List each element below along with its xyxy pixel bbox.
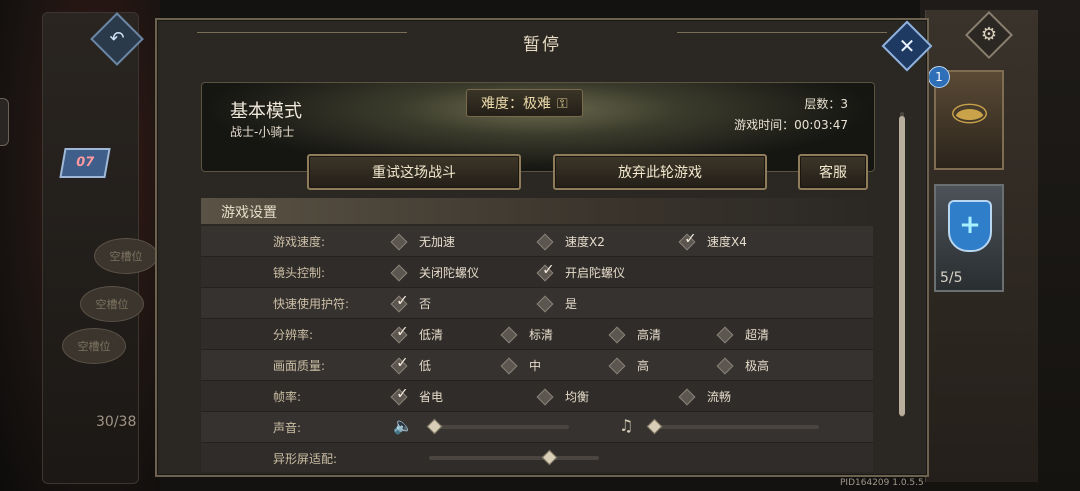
screen-adapt-slider[interactable] bbox=[429, 449, 599, 466]
setting-row-screen-adapt: 异形屏适配: bbox=[201, 443, 873, 472]
setting-row-resolution: 分辨率: ✓ 低清 标清 高清 超清 bbox=[201, 319, 873, 350]
settings-title: 游戏设置 bbox=[221, 205, 277, 221]
cannon-icon: 🕳 bbox=[948, 94, 992, 134]
close-icon: ✕ bbox=[898, 34, 916, 58]
option-gyro-off[interactable]: 关闭陀螺仪 bbox=[390, 264, 479, 281]
shield-count: 5/5 bbox=[940, 270, 963, 286]
floor-label: 层数：3 bbox=[804, 97, 848, 111]
option-res-low[interactable]: ✓ 低清 bbox=[390, 322, 443, 343]
checkbox-checked-icon: ✓ bbox=[390, 291, 409, 312]
slider-knob[interactable] bbox=[646, 418, 663, 435]
empty-slot-3[interactable]: 空槽位 bbox=[62, 328, 126, 364]
setting-row-quick-amulet: 快速使用护符: ✓ 否 是 bbox=[201, 288, 873, 319]
checkbox-icon bbox=[678, 388, 696, 405]
music-volume-slider[interactable] bbox=[646, 418, 819, 435]
close-button[interactable]: ✕ bbox=[881, 20, 933, 72]
option-amulet-yes[interactable]: 是 bbox=[536, 295, 577, 312]
speaker-icon: 🔈 bbox=[393, 416, 413, 435]
slider-knob[interactable] bbox=[541, 449, 558, 466]
setting-row-quality: 画面质量: ✓ 低 中 高 极高 bbox=[201, 350, 873, 381]
setting-row-frame-rate: 帧率: ✓ 省电 均衡 流畅 bbox=[201, 381, 873, 412]
music-note-icon: ♫ bbox=[619, 416, 634, 435]
card-count: 30/38 bbox=[96, 414, 137, 430]
empty-slot-2[interactable]: 空槽位 bbox=[80, 286, 144, 322]
option-quality-medium[interactable]: 中 bbox=[500, 357, 541, 374]
option-speed-x4[interactable]: ✓ 速度X4 bbox=[678, 229, 747, 250]
setting-label: 游戏速度: bbox=[273, 235, 326, 249]
sound-volume-slider[interactable] bbox=[426, 418, 569, 435]
checkbox-checked-icon: ✓ bbox=[390, 322, 409, 343]
option-res-standard[interactable]: 标清 bbox=[500, 326, 553, 343]
retry-battle-button[interactable]: 重试这场战斗 bbox=[307, 154, 521, 190]
checkbox-icon bbox=[536, 233, 554, 250]
game-info-card: 基本模式 战士-小骑士 难度：极难 ⚿ 层数：3 游戏时间：00:03:47 bbox=[201, 82, 875, 172]
checkbox-icon bbox=[716, 326, 734, 343]
relic-card[interactable]: 1 🕳 bbox=[928, 66, 1004, 170]
checkbox-checked-icon: ✓ bbox=[678, 229, 697, 250]
version-label: PID164209 1.0.5.5 bbox=[840, 478, 924, 488]
abandon-run-button[interactable]: 放弃此轮游戏 bbox=[553, 154, 767, 190]
shield-icon: + bbox=[948, 200, 992, 252]
setting-label: 快速使用护符: bbox=[273, 297, 350, 311]
edge-handle[interactable] bbox=[0, 98, 9, 146]
key-icon: ⚿ bbox=[557, 96, 568, 112]
mode-title: 基本模式 bbox=[230, 101, 302, 122]
slider-knob[interactable] bbox=[426, 418, 443, 435]
setting-row-camera: 镜头控制: 关闭陀螺仪 ✓ 开启陀螺仪 bbox=[201, 257, 873, 288]
checkbox-icon bbox=[500, 326, 518, 343]
difficulty-badge: 难度：极难 ⚿ bbox=[466, 89, 583, 117]
option-fps-power-save[interactable]: ✓ 省电 bbox=[390, 384, 443, 405]
option-res-high[interactable]: 高清 bbox=[608, 326, 661, 343]
option-amulet-no[interactable]: ✓ 否 bbox=[390, 291, 431, 312]
scrollbar-thumb[interactable] bbox=[899, 116, 905, 416]
checkbox-checked-icon: ✓ bbox=[390, 353, 409, 374]
level-badge: 07 bbox=[59, 148, 111, 178]
character-name: 战士-小骑士 bbox=[230, 125, 295, 139]
checkbox-icon bbox=[390, 233, 408, 250]
setting-row-sound: 声音: 🔈 ♫ bbox=[201, 412, 873, 443]
relic-badge: 1 bbox=[928, 66, 950, 88]
gear-icon: ⚙ bbox=[980, 24, 998, 45]
setting-label: 帧率: bbox=[273, 390, 302, 404]
pause-dialog: 暂停 ✕ 基本模式 战士-小骑士 难度：极难 ⚿ 层数：3 游戏时间：00:03:… bbox=[155, 18, 933, 477]
undo-arrow-icon: ↶ bbox=[109, 28, 125, 49]
checkbox-icon bbox=[716, 357, 734, 374]
settings-header: 游戏设置 bbox=[201, 198, 873, 224]
checkbox-icon bbox=[608, 357, 626, 374]
checkbox-icon bbox=[500, 357, 518, 374]
setting-label: 分辨率: bbox=[273, 328, 314, 342]
game-time-label: 游戏时间：00:03:47 bbox=[734, 118, 848, 132]
setting-label: 声音: bbox=[273, 421, 302, 435]
setting-label: 画面质量: bbox=[273, 359, 326, 373]
checkbox-icon bbox=[536, 295, 554, 312]
dialog-title: 暂停 bbox=[523, 35, 561, 55]
option-quality-high[interactable]: 高 bbox=[608, 357, 649, 374]
option-gyro-on[interactable]: ✓ 开启陀螺仪 bbox=[536, 260, 625, 281]
customer-service-button[interactable]: 客服 bbox=[798, 154, 868, 190]
option-quality-low[interactable]: ✓ 低 bbox=[390, 353, 431, 374]
checkbox-icon bbox=[390, 264, 408, 281]
checkbox-checked-icon: ✓ bbox=[390, 384, 409, 405]
setting-label: 镜头控制: bbox=[273, 266, 326, 280]
setting-label: 异形屏适配: bbox=[273, 452, 338, 466]
empty-slot-1[interactable]: 空槽位 bbox=[94, 238, 158, 274]
option-speed-x2[interactable]: 速度X2 bbox=[536, 233, 605, 250]
option-res-ultra[interactable]: 超清 bbox=[716, 326, 769, 343]
level-badge-text: 07 bbox=[74, 155, 96, 170]
settings-list: 游戏速度: 无加速 速度X2 ✓ 速度X4 镜头控制: 关闭陀螺仪 ✓ 开启陀螺仪 … bbox=[201, 226, 873, 472]
option-no-speed[interactable]: 无加速 bbox=[390, 233, 455, 250]
checkbox-icon bbox=[536, 388, 554, 405]
checkbox-icon bbox=[608, 326, 626, 343]
setting-row-game-speed: 游戏速度: 无加速 速度X2 ✓ 速度X4 bbox=[201, 226, 873, 257]
checkbox-checked-icon: ✓ bbox=[536, 260, 555, 281]
option-fps-balanced[interactable]: 均衡 bbox=[536, 388, 589, 405]
option-quality-ultra[interactable]: 极高 bbox=[716, 357, 769, 374]
shield-card[interactable]: + 5/5 bbox=[934, 184, 1004, 292]
option-fps-smooth[interactable]: 流畅 bbox=[678, 388, 731, 405]
